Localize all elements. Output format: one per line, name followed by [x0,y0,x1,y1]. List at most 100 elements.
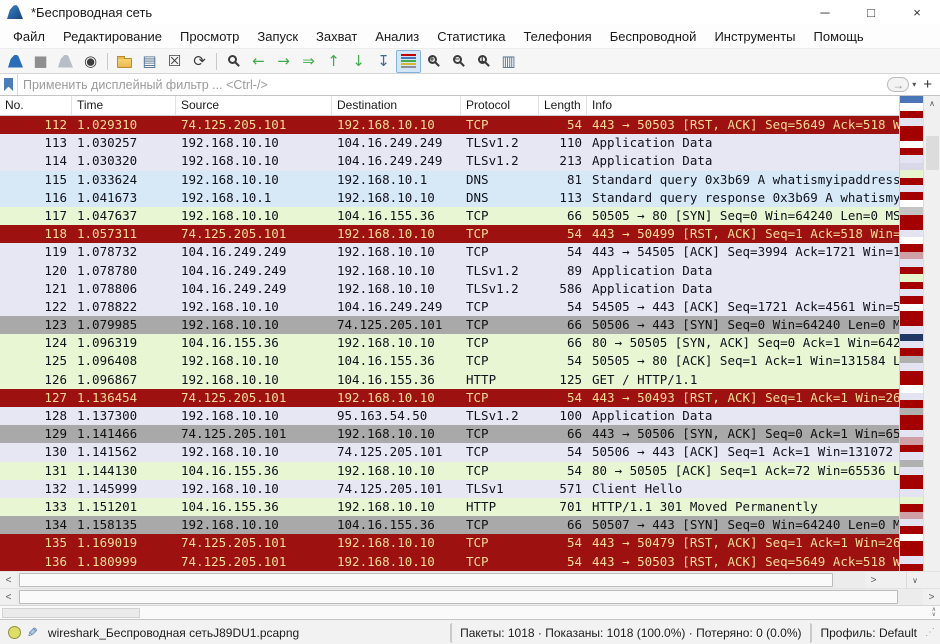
packet-row-130[interactable]: 1301.141562192.168.10.1074.125.205.101TC… [0,443,899,461]
zoom-in-button[interactable]: + [421,50,446,73]
hscroll-track-1[interactable] [17,572,865,588]
packet-row-135[interactable]: 1351.16901974.125.205.101192.168.10.10TC… [0,534,899,552]
minimap-stripe [900,163,923,170]
packet-row-117[interactable]: 1171.047637192.168.10.10104.16.155.36TCP… [0,207,899,225]
cell-length: 54 [539,553,587,571]
column-header-protocol[interactable]: Protocol [461,96,539,115]
apply-filter-button[interactable]: → [887,77,909,92]
scroll-left-icon[interactable]: < [0,572,17,588]
packet-row-121[interactable]: 1211.078806104.16.249.249192.168.10.10TL… [0,280,899,298]
reload-file-button[interactable]: ⟳ [187,50,212,73]
last-packet-button[interactable]: ↓ [346,50,371,73]
expert-info-icon[interactable] [8,626,21,639]
open-file-button[interactable] [112,50,137,73]
goto-packet-button[interactable]: ⇒ [296,50,321,73]
resize-grip-icon[interactable]: ⋰ [925,627,935,638]
first-packet-button[interactable]: ↑ [321,50,346,73]
packet-row-119[interactable]: 1191.078732104.16.249.249192.168.10.10TC… [0,243,899,261]
packet-row-120[interactable]: 1201.078780104.16.249.249192.168.10.10TL… [0,262,899,280]
cell-destination: 74.125.205.101 [332,480,461,498]
profile-label[interactable]: Профиль: Default [811,623,924,643]
save-file-button[interactable]: ▤ [137,50,162,73]
column-header-no[interactable]: No. [0,96,72,115]
strip-spinner[interactable]: ∧ ∨ [932,608,936,618]
menu-item-6[interactable]: Статистика [428,27,514,46]
cell-destination: 192.168.10.10 [332,334,461,352]
scroll-right-icon[interactable]: > [865,572,882,588]
close-button[interactable]: × [894,0,940,24]
packet-row-125[interactable]: 1251.096408192.168.10.10104.16.155.36TCP… [0,352,899,370]
zoom-out-button[interactable]: − [446,50,471,73]
zoom-reset-button[interactable]: 1 [471,50,496,73]
column-header-source[interactable]: Source [176,96,332,115]
next-packet-button[interactable]: → [271,50,296,73]
hscroll-thumb-2[interactable] [19,590,898,604]
menu-item-2[interactable]: Просмотр [171,27,248,46]
capture-options-button[interactable]: ◉ [78,50,103,73]
packet-row-129[interactable]: 1291.14146674.125.205.101192.168.10.10TC… [0,425,899,443]
packet-row-131[interactable]: 1311.144130104.16.155.36192.168.10.10TCP… [0,462,899,480]
packet-row-128[interactable]: 1281.137300192.168.10.1095.163.54.50TLSv… [0,407,899,425]
packet-row-132[interactable]: 1321.145999192.168.10.1074.125.205.101TL… [0,480,899,498]
packet-row-126[interactable]: 1261.096867192.168.10.10104.16.155.36HTT… [0,371,899,389]
stop-capture-button[interactable]: ■ [28,50,53,73]
packet-row-124[interactable]: 1241.096319104.16.155.36192.168.10.10TCP… [0,334,899,352]
restart-capture-button[interactable] [53,50,78,73]
packet-row-133[interactable]: 1331.151201104.16.155.36192.168.10.10HTT… [0,498,899,516]
intelligent-scrollbar-minimap[interactable] [899,96,923,571]
previous-packet-button[interactable]: ← [246,50,271,73]
autoscroll-button[interactable]: ↧ [371,50,396,73]
cell-no: 113 [0,134,72,152]
colorize-button[interactable] [396,50,421,73]
packet-row-134[interactable]: 1341.158135192.168.10.10104.16.155.36TCP… [0,516,899,534]
close-file-button[interactable]: ☒ [162,50,187,73]
vertical-scrollbar[interactable]: ∧ [923,96,940,571]
menu-item-8[interactable]: Беспроводной [601,27,706,46]
filter-history-caret-icon[interactable]: ▾ [912,80,916,89]
minimap-stripe [900,475,923,482]
hscroll-track-2[interactable] [17,589,923,605]
packet-row-112[interactable]: 1121.02931074.125.205.101192.168.10.10TC… [0,116,899,134]
packet-row-118[interactable]: 1181.05731174.125.205.101192.168.10.10TC… [0,225,899,243]
resize-columns-button[interactable]: ▥ [496,50,521,73]
menu-item-3[interactable]: Запуск [248,27,307,46]
menu-item-0[interactable]: Файл [4,27,54,46]
scroll-up-icon[interactable]: ∧ [924,96,940,111]
menu-item-10[interactable]: Помощь [805,27,873,46]
spinner-down-icon[interactable]: ∨ [932,613,936,618]
packet-row-114[interactable]: 1141.030320192.168.10.10104.16.249.249TL… [0,152,899,170]
packet-row-113[interactable]: 1131.030257192.168.10.10104.16.249.249TL… [0,134,899,152]
packet-row-136[interactable]: 1361.18099974.125.205.101192.168.10.10TC… [0,553,899,571]
display-filter-input[interactable] [18,74,883,95]
vertical-scrollbar-thumb[interactable] [926,136,939,170]
menu-item-7[interactable]: Телефония [514,27,600,46]
scroll-left-icon-2[interactable]: < [0,589,17,605]
menu-item-4[interactable]: Захват [307,27,366,46]
column-header-length[interactable]: Length [539,96,587,115]
restart-fin-icon [58,55,73,68]
menu-item-5[interactable]: Анализ [366,27,428,46]
column-header-info[interactable]: Info [587,96,899,115]
scroll-down-icon[interactable]: ∨ [906,572,923,588]
scroll-right-icon-2[interactable]: > [923,589,940,605]
add-filter-button[interactable]: + [919,77,936,92]
menu-item-9[interactable]: Инструменты [705,27,804,46]
packet-row-127[interactable]: 1271.13645474.125.205.101192.168.10.10TC… [0,389,899,407]
find-packet-button[interactable] [221,50,246,73]
hscroll-thumb-1[interactable] [19,573,833,587]
capture-comment-pencil-icon[interactable]: ✎ [27,625,38,641]
cell-no: 130 [0,443,72,461]
start-capture-button[interactable] [3,50,28,73]
maximize-button[interactable]: □ [848,0,894,24]
packet-row-122[interactable]: 1221.078822192.168.10.10104.16.249.249TC… [0,298,899,316]
column-header-time[interactable]: Time [72,96,176,115]
menu-item-1[interactable]: Редактирование [54,27,171,46]
filter-bookmark-button[interactable] [0,74,18,95]
column-header-destination[interactable]: Destination [332,96,461,115]
capture-filename[interactable]: wireshark_Беспроводная сетьJ89DU1.pcapng [48,626,299,640]
packet-row-116[interactable]: 1161.041673192.168.10.1192.168.10.10DNS1… [0,189,899,207]
minimize-button[interactable]: ─ [802,0,848,24]
minimap-stripe [900,289,923,296]
packet-row-115[interactable]: 1151.033624192.168.10.10192.168.10.1DNS8… [0,171,899,189]
packet-row-123[interactable]: 1231.079985192.168.10.1074.125.205.101TC… [0,316,899,334]
